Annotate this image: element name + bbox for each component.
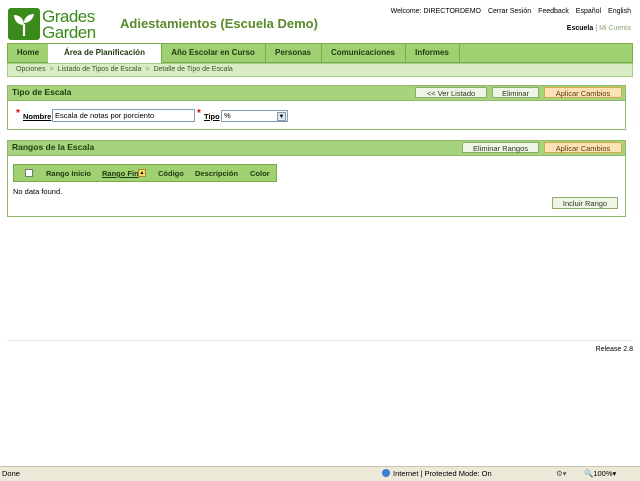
breadcrumb: Opciones > Listado de Tipos de Escala > Deta… — [7, 63, 633, 77]
scope-school-link[interactable]: Escuela — [567, 25, 593, 32]
nav-planificacion[interactable]: Área de Planificación — [48, 44, 162, 63]
incluir-rango-button[interactable]: Incluir Rango — [552, 197, 618, 209]
security-zone-text: Internet | Protected Mode: On — [393, 469, 492, 478]
scope-switcher: Escuela | Mi Cuenta — [567, 25, 631, 32]
ver-listado-button[interactable]: << Ver Listado — [415, 87, 487, 98]
col-rango-inicio[interactable]: Rango Inicio — [46, 169, 91, 178]
logo-word-2: Garden — [42, 23, 96, 42]
breadcrumb-opciones[interactable]: Opciones — [16, 66, 46, 73]
feedback-link[interactable]: Feedback — [538, 8, 569, 15]
breadcrumb-detalle: Detalle de Tipo de Escala — [153, 66, 233, 73]
col-rango-fin[interactable]: Rango Fin — [102, 169, 139, 178]
col-descripcion[interactable]: Descripción — [195, 169, 238, 178]
tipo-select[interactable]: % ▼ — [221, 110, 288, 122]
scope-account-link[interactable]: Mi Cuenta — [599, 25, 631, 32]
required-marker: * — [16, 108, 20, 119]
breadcrumb-separator: > — [49, 66, 54, 73]
required-marker: * — [197, 108, 201, 119]
col-codigo[interactable]: Código — [158, 169, 184, 178]
logo: Grades Garden — [8, 7, 108, 42]
tipo-escala-header: Tipo de Escala << Ver Listado Eliminar A… — [8, 86, 625, 101]
release-label: Release 2.8 — [595, 346, 633, 353]
globe-icon — [382, 469, 390, 477]
language-spanish-link[interactable]: Español — [576, 8, 601, 15]
security-zone: Internet | Protected Mode: On — [382, 467, 492, 480]
chevron-down-icon[interactable]: ▼ — [277, 112, 286, 121]
tipo-label: Tipo — [204, 112, 220, 121]
sprout-logo-icon — [8, 8, 40, 40]
zoom-icon: 🔍 — [584, 469, 594, 478]
nav-comunicaciones[interactable]: Comunicaciones — [321, 44, 406, 62]
eliminar-button[interactable]: Eliminar — [492, 87, 539, 98]
aplicar-cambios-rangos-button[interactable]: Aplicar Cambios — [544, 142, 622, 153]
zoom-level: 100% — [593, 469, 613, 478]
nombre-input[interactable]: Escala de notas por porciento — [52, 109, 195, 122]
select-all-checkbox[interactable] — [25, 169, 33, 177]
app-title: Adiestamientos (Escuela Demo) — [120, 16, 318, 31]
scope-separator: | — [595, 25, 598, 32]
tipo-escala-panel: Tipo de Escala << Ver Listado Eliminar A… — [7, 85, 626, 130]
welcome-text: Welcome: DIRECTORDEMO — [390, 8, 481, 15]
breadcrumb-listado[interactable]: Listado de Tipos de Escala — [58, 66, 142, 73]
footer-divider — [7, 340, 633, 341]
status-done-text: Done — [2, 469, 20, 478]
main-nav: Home Área de Planificación Año Escolar e… — [7, 43, 633, 63]
breadcrumb-separator: > — [145, 66, 150, 73]
language-english-link[interactable]: English — [608, 8, 631, 15]
tipo-select-value: % — [224, 111, 231, 120]
tipo-escala-title: Tipo de Escala — [12, 87, 72, 97]
rangos-table-header: Rango Inicio Rango Fin ▲ Código Descripc… — [13, 164, 277, 182]
nav-personas[interactable]: Personas — [265, 44, 322, 62]
top-user-bar: Welcome: DIRECTORDEMO Cerrar Sesión Feed… — [386, 8, 631, 15]
nav-ano-escolar[interactable]: Año Escolar en Curso — [161, 44, 266, 62]
zoom-control[interactable]: 🔍100%▾ — [584, 467, 616, 480]
nombre-label: Nombre — [23, 112, 52, 121]
no-data-message: No data found. — [13, 187, 63, 196]
logout-link[interactable]: Cerrar Sesión — [488, 8, 531, 15]
sort-asc-icon[interactable]: ▲ — [138, 169, 146, 177]
rangos-title: Rangos de la Escala — [12, 142, 95, 152]
eliminar-rangos-button[interactable]: Eliminar Rangos — [462, 142, 539, 153]
chevron-down-icon: ▾ — [612, 469, 617, 478]
nav-home[interactable]: Home — [8, 44, 49, 62]
col-color[interactable]: Color — [250, 169, 270, 178]
browser-status-bar: Done Internet | Protected Mode: On ⚙▾ 🔍1… — [0, 466, 640, 481]
nav-informes[interactable]: Informes — [405, 44, 460, 62]
protected-mode-icon[interactable]: ⚙▾ — [556, 467, 567, 480]
aplicar-cambios-button[interactable]: Aplicar Cambios — [544, 87, 622, 98]
rangos-panel: Rangos de la Escala Eliminar Rangos Apli… — [7, 140, 626, 217]
rangos-header: Rangos de la Escala Eliminar Rangos Apli… — [8, 141, 625, 156]
